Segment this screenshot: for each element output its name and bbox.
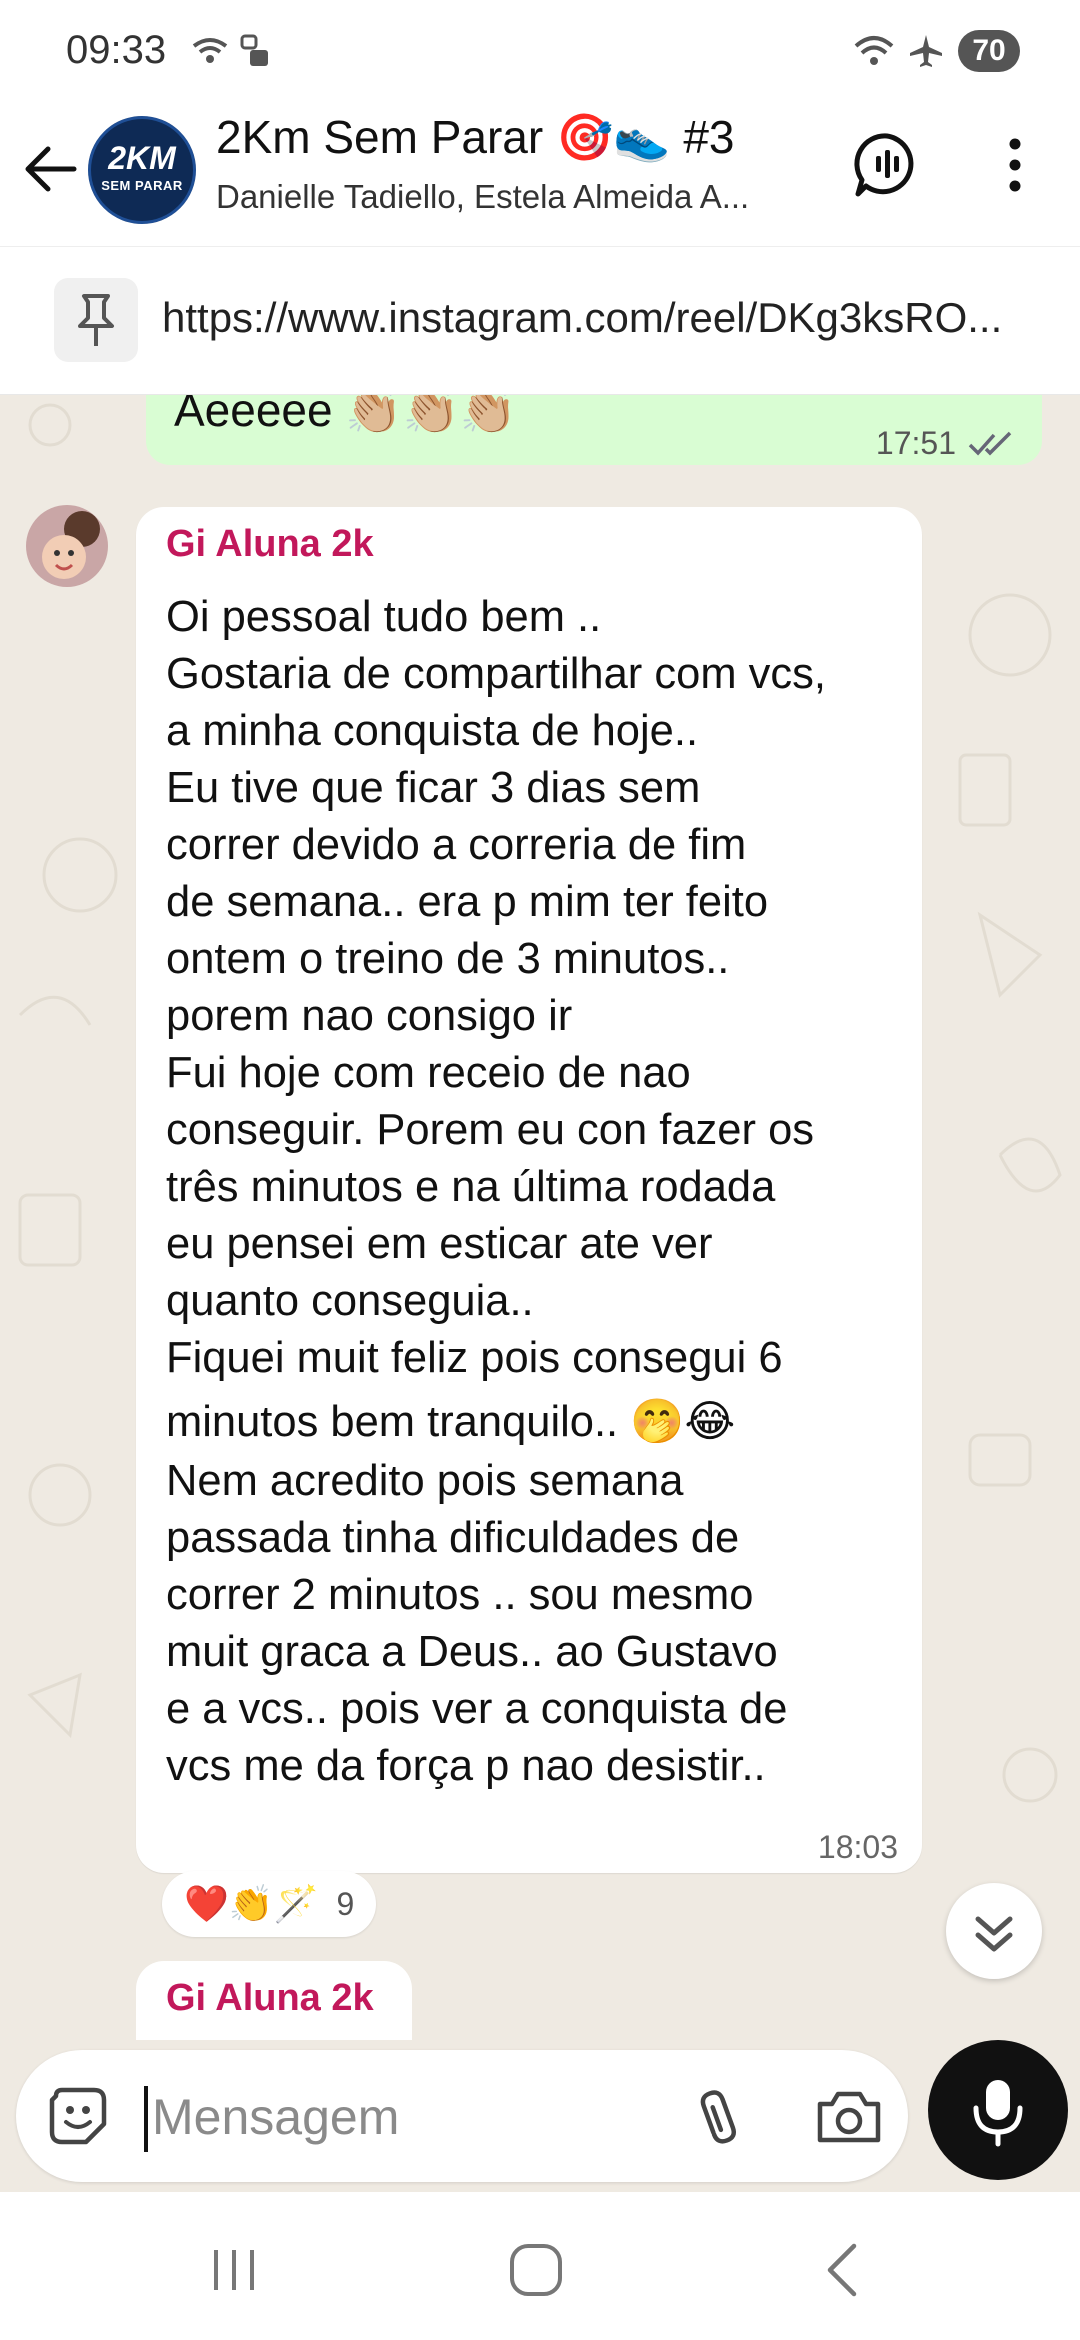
message-line: porem nao consigo ir xyxy=(166,992,573,1040)
more-options-icon[interactable] xyxy=(1000,130,1030,200)
message-reactions[interactable]: ❤️👏🪄 9 xyxy=(162,1871,377,1937)
pin-icon-container xyxy=(54,278,138,362)
incoming-message-time: 18:03 xyxy=(817,1829,898,1865)
avatar-logo-text: 2KM xyxy=(108,140,176,176)
recent-apps-icon[interactable] xyxy=(204,2240,264,2300)
pinned-message-text: https://www.instagram.com/reel/DKg3ksRO.… xyxy=(162,294,1003,341)
system-navigation-bar xyxy=(0,2196,1080,2340)
sender-avatar-photo xyxy=(26,505,108,587)
message-composer xyxy=(0,2040,1080,2192)
message-line: correr 2 minutos .. sou mesmo xyxy=(166,1571,754,1619)
wifi-calling-icon xyxy=(192,34,268,66)
message-input-container[interactable] xyxy=(16,2050,908,2182)
wifi-icon xyxy=(854,36,894,65)
scroll-to-bottom-button[interactable] xyxy=(946,1883,1042,1979)
message-line: Fui hoje com receio de nao xyxy=(166,1049,691,1097)
message-line: vcs me da força p nao desistir.. xyxy=(166,1742,766,1790)
chat-participants[interactable]: Danielle Tadiello, Estela Almeida A... xyxy=(216,178,816,216)
message-line: conseguir. Porem eu con fazer os xyxy=(166,1106,815,1154)
chat-header: 2KM SEM PARAR 2Km Sem Parar 🎯👟 #3 Daniel… xyxy=(0,100,1080,247)
back-nav-icon[interactable] xyxy=(812,2240,872,2300)
sender-avatar[interactable] xyxy=(26,505,108,587)
chat-title[interactable]: 2Km Sem Parar 🎯👟 #3 xyxy=(216,110,735,165)
avatar-logo-subtext: SEM PARAR xyxy=(101,178,183,193)
message-line: correr devido a correria de fim xyxy=(166,821,747,869)
message-line: Gostaria de compartilhar com vcs, xyxy=(166,650,826,698)
reaction-emojis: ❤️👏🪄 xyxy=(184,1883,319,1924)
airplane-mode-icon xyxy=(910,35,942,67)
message-line: quanto conseguia.. xyxy=(166,1277,534,1325)
message-line: minutos bem tranquilo.. 🤭😂 xyxy=(166,1398,736,1446)
home-icon[interactable] xyxy=(506,2240,566,2300)
message-line: Nem acredito pois semana xyxy=(166,1457,684,1505)
message-line: muit graca a Deus.. ao Gustavo xyxy=(166,1628,778,1676)
incoming-message[interactable]: Gi Aluna 2k Oi pessoal tudo bem .. Gosta… xyxy=(136,507,922,1873)
reaction-count: 9 xyxy=(336,1885,355,1922)
message-line: a minha conquista de hoje.. xyxy=(166,707,699,755)
chat-messages-area[interactable]: Aeeeee 👏🏼👏🏼👏🏼 17:51 Gi Aluna 2k Oi pesso… xyxy=(0,395,1080,2045)
camera-icon[interactable] xyxy=(814,2084,884,2148)
message-line: Fiquei muit feliz pois consegui 6 xyxy=(166,1334,783,1382)
message-line: ontem o treino de 3 minutos.. xyxy=(166,935,730,983)
message-line: de semana.. era p mim ter feito xyxy=(166,878,769,926)
sticker-emoji-icon[interactable] xyxy=(46,2084,110,2148)
back-arrow-icon[interactable] xyxy=(18,136,84,202)
message-line: e a vcs.. pois ver a conquista de xyxy=(166,1685,788,1733)
voice-message-button[interactable] xyxy=(928,2040,1068,2180)
message-line: Eu tive que ficar 3 dias sem xyxy=(166,764,701,812)
message-line: eu pensei em esticar ate ver xyxy=(166,1220,713,1268)
outgoing-message[interactable]: Aeeeee 👏🏼👏🏼👏🏼 17:51 xyxy=(146,395,1042,465)
message-sender-name[interactable]: Gi Aluna 2k xyxy=(166,523,374,566)
outgoing-message-time: 17:51 xyxy=(875,425,956,461)
outgoing-message-meta: 17:51 xyxy=(876,425,1018,462)
message-line: passada tinha dificuldades de xyxy=(166,1514,740,1562)
microphone-icon xyxy=(973,2080,1023,2147)
message-line: três minutos e na última rodada xyxy=(166,1163,776,1211)
incoming-message-text: Oi pessoal tudo bem .. Gostaria de compa… xyxy=(166,589,906,1795)
double-chevron-down-icon xyxy=(975,1916,1013,1952)
group-avatar[interactable]: 2KM SEM PARAR xyxy=(84,112,200,228)
paperclip-icon[interactable] xyxy=(686,2084,750,2148)
pinned-message-bar[interactable]: https://www.instagram.com/reel/DKg3ksRO.… xyxy=(0,248,1080,395)
pin-icon xyxy=(78,294,114,346)
outgoing-message-text: Aeeeee 👏🏼👏🏼👏🏼 xyxy=(174,395,518,436)
double-check-icon xyxy=(968,431,1012,456)
status-right: 70 xyxy=(854,30,1020,72)
battery-indicator: 70 xyxy=(958,30,1020,72)
text-cursor xyxy=(144,2086,148,2152)
status-time: 09:33 xyxy=(66,28,167,72)
message-input[interactable] xyxy=(152,2082,652,2152)
status-bar: 09:33 70 xyxy=(0,0,1080,100)
status-notification-icons xyxy=(190,32,290,77)
message-sender-name[interactable]: Gi Aluna 2k xyxy=(166,1977,374,2020)
incoming-message-partial[interactable]: Gi Aluna 2k xyxy=(136,1961,412,2045)
message-line: Oi pessoal tudo bem .. xyxy=(166,593,602,641)
voice-chat-icon[interactable] xyxy=(852,130,922,200)
